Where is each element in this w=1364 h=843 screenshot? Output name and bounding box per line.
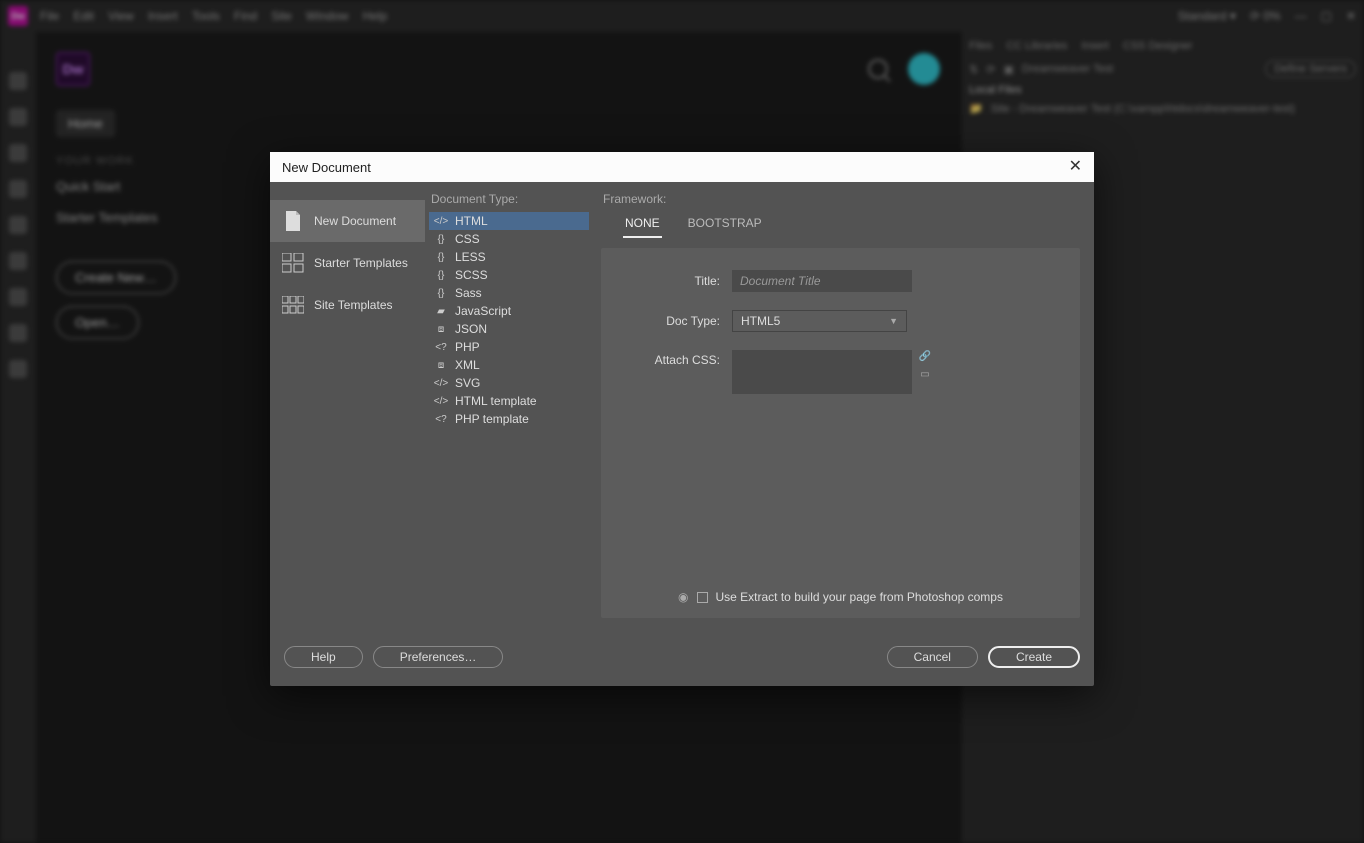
doctype-label: Doc Type: bbox=[617, 314, 732, 328]
doctype-label: JavaScript bbox=[455, 304, 511, 318]
remove-css-icon[interactable]: ▭ bbox=[918, 368, 932, 380]
doctype-select[interactable]: HTML5 ▼ bbox=[732, 310, 907, 332]
data-icon: ⧈ bbox=[433, 322, 449, 336]
dialog-titlebar: New Document ✕ bbox=[270, 152, 1094, 182]
code-icon: </> bbox=[433, 376, 449, 390]
braces-icon: {} bbox=[433, 232, 449, 246]
extract-checkbox[interactable] bbox=[697, 592, 708, 603]
framework-tabs: NONE BOOTSTRAP bbox=[623, 212, 1080, 238]
create-button[interactable]: Create bbox=[988, 646, 1080, 668]
doctype-php-template[interactable]: <? PHP template bbox=[429, 410, 589, 428]
framework-tab-none[interactable]: NONE bbox=[623, 212, 662, 238]
js-icon: ▰ bbox=[433, 304, 449, 318]
document-type-list: Document Type: </> HTML {} CSS {} LESS {} SC… bbox=[425, 192, 593, 632]
braces-icon: {} bbox=[433, 268, 449, 282]
modal-overlay: New Document ✕ New Document Starter Temp… bbox=[0, 0, 1364, 843]
title-label: Title: bbox=[617, 274, 732, 288]
doctype-label: SVG bbox=[455, 376, 480, 390]
attach-css-list[interactable] bbox=[732, 350, 912, 394]
doctype-label: Sass bbox=[455, 286, 482, 300]
chevron-down-icon: ▼ bbox=[889, 316, 898, 326]
form-area: Framework: NONE BOOTSTRAP Title: Doc Typ… bbox=[593, 192, 1094, 632]
document-icon bbox=[282, 210, 304, 232]
grid-icon bbox=[282, 294, 304, 316]
category-new-document[interactable]: New Document bbox=[270, 200, 425, 242]
doctype-php[interactable]: <? PHP bbox=[429, 338, 589, 356]
document-type-label: Document Type: bbox=[429, 192, 589, 206]
preferences-button[interactable]: Preferences… bbox=[373, 646, 504, 668]
doctype-less[interactable]: {} LESS bbox=[429, 248, 589, 266]
doctype-label: JSON bbox=[455, 322, 487, 336]
doctype-label: HTML bbox=[455, 214, 488, 228]
framework-label: Framework: bbox=[601, 192, 1080, 206]
extract-icon: ◉ bbox=[678, 590, 688, 604]
doctype-label: SCSS bbox=[455, 268, 488, 282]
doctype-xml[interactable]: ⧈ XML bbox=[429, 356, 589, 374]
category-site-templates[interactable]: Site Templates bbox=[270, 284, 425, 326]
braces-icon: {} bbox=[433, 286, 449, 300]
code-icon: </> bbox=[433, 394, 449, 408]
doctype-html[interactable]: </> HTML bbox=[429, 212, 589, 230]
doctype-javascript[interactable]: ▰ JavaScript bbox=[429, 302, 589, 320]
framework-tab-bootstrap[interactable]: BOOTSTRAP bbox=[686, 212, 764, 238]
doctype-sass[interactable]: {} Sass bbox=[429, 284, 589, 302]
dialog-footer: Help Preferences… Cancel Create bbox=[270, 632, 1094, 686]
extract-label: Use Extract to build your page from Phot… bbox=[716, 590, 1003, 604]
category-starter-templates[interactable]: Starter Templates bbox=[270, 242, 425, 284]
code-icon: </> bbox=[433, 214, 449, 228]
new-document-dialog: New Document ✕ New Document Starter Temp… bbox=[270, 152, 1094, 686]
category-list: New Document Starter Templates Site Temp… bbox=[270, 192, 425, 632]
doctype-label: LESS bbox=[455, 250, 486, 264]
cancel-button[interactable]: Cancel bbox=[887, 646, 978, 668]
doctype-label: XML bbox=[455, 358, 480, 372]
category-label: Starter Templates bbox=[314, 256, 408, 270]
close-icon[interactable]: ✕ bbox=[1069, 159, 1082, 175]
data-icon: ⧈ bbox=[433, 358, 449, 372]
php-icon: <? bbox=[433, 340, 449, 354]
doctype-value: HTML5 bbox=[741, 314, 780, 328]
braces-icon: {} bbox=[433, 250, 449, 264]
doctype-label: PHP bbox=[455, 340, 480, 354]
doctype-svg[interactable]: </> SVG bbox=[429, 374, 589, 392]
doctype-html-template[interactable]: </> HTML template bbox=[429, 392, 589, 410]
form-panel: Title: Doc Type: HTML5 ▼ Attach CSS: bbox=[601, 248, 1080, 618]
attach-css-label: Attach CSS: bbox=[617, 350, 732, 367]
doctype-css[interactable]: {} CSS bbox=[429, 230, 589, 248]
link-css-icon[interactable]: 🔗 bbox=[918, 350, 932, 362]
title-input[interactable] bbox=[732, 270, 912, 292]
category-label: Site Templates bbox=[314, 298, 393, 312]
category-label: New Document bbox=[314, 214, 396, 228]
php-icon: <? bbox=[433, 412, 449, 426]
doctype-label: PHP template bbox=[455, 412, 529, 426]
grid-icon bbox=[282, 252, 304, 274]
doctype-label: CSS bbox=[455, 232, 480, 246]
help-button[interactable]: Help bbox=[284, 646, 363, 668]
dialog-title: New Document bbox=[282, 160, 371, 175]
doctype-json[interactable]: ⧈ JSON bbox=[429, 320, 589, 338]
doctype-label: HTML template bbox=[455, 394, 537, 408]
doctype-scss[interactable]: {} SCSS bbox=[429, 266, 589, 284]
